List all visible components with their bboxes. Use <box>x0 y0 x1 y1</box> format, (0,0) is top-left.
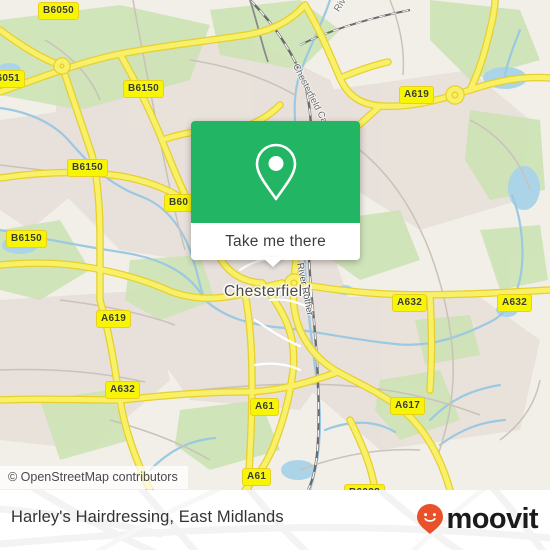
map-pin-icon <box>255 143 296 201</box>
road-shield[interactable]: B6051 <box>0 70 25 88</box>
moovit-logo[interactable]: moovit <box>415 502 539 535</box>
osm-attribution[interactable]: © OpenStreetMap contributors <box>0 466 188 489</box>
moovit-wordmark: moovit <box>446 502 539 535</box>
road-shield[interactable]: A61 <box>242 468 272 486</box>
road-shield[interactable]: B6150 <box>6 230 47 248</box>
take-me-there-button[interactable]: Take me there <box>191 223 360 260</box>
moovit-pin-smiley-icon <box>416 504 443 534</box>
location-callout-card[interactable]: Take me there <box>191 121 360 260</box>
road-shield[interactable]: B60 <box>164 194 194 212</box>
road-shield[interactable]: A61 <box>250 398 280 416</box>
take-me-there-label: Take me there <box>225 232 326 250</box>
road-shield[interactable]: A632 <box>497 294 533 312</box>
road-shield[interactable]: A619 <box>96 310 132 328</box>
map-screenshot: Chesterfield Riv Chesterfield Canal Rive… <box>0 0 550 550</box>
road-shield[interactable]: A619 <box>399 86 435 104</box>
page-title: Harley's Hairdressing, East Midlands <box>11 508 284 526</box>
road-shield[interactable]: A632 <box>392 294 428 312</box>
road-shield[interactable]: B6150 <box>123 80 164 98</box>
road-shield[interactable]: A632 <box>105 381 141 399</box>
footer-bar: Harley's Hairdressing, East Midlands moo… <box>0 490 550 550</box>
road-shield[interactable]: B6050 <box>38 2 79 20</box>
road-shield[interactable]: B6150 <box>67 159 108 177</box>
callout-card-pointer <box>262 257 284 267</box>
callout-card-header <box>191 121 360 223</box>
road-shield[interactable]: A617 <box>390 397 426 415</box>
